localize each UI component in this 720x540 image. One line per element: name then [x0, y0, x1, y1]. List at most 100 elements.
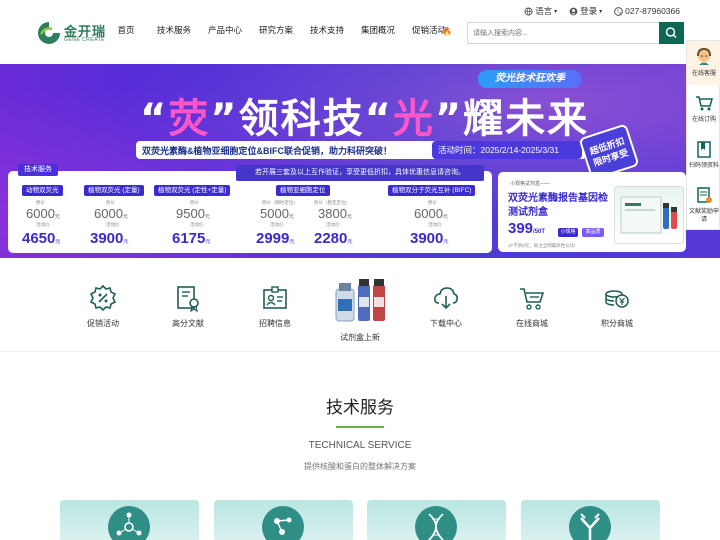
quick-link-downloads[interactable]: 下载中心: [414, 284, 478, 344]
act-price-value: 2280: [314, 230, 348, 247]
price-unit: 元: [123, 239, 129, 245]
side-label: 扫码领资料: [688, 163, 719, 169]
language-switch[interactable]: 语言 ▾: [524, 5, 557, 17]
price-unit: 元: [205, 239, 211, 245]
price-card[interactable]: 植物双荧光 (定性+定量) 原价 9500元 活动价 6175元: [154, 185, 234, 249]
card-title: 植物双荧光 (定量): [84, 185, 144, 196]
quick-link-new-kits[interactable]: 试剂盒上新: [328, 279, 392, 344]
quick-link-label: 积分商城: [601, 319, 633, 328]
price-card[interactable]: 动物双荧光 原价 6000元 活动价 4650元: [22, 185, 82, 249]
search-icon: [665, 27, 677, 39]
orig-price: 6000元: [94, 206, 128, 221]
nav-home[interactable]: 首页: [116, 24, 136, 37]
search-button[interactable]: [659, 22, 684, 44]
service-card[interactable]: [60, 500, 199, 540]
price-card[interactable]: 植物双荧光 (定量) 原价 6000元 活动价 3900元: [84, 185, 146, 249]
tech-service-tag: 技术服务: [18, 164, 58, 176]
card-title: 植物双荧光 (定性+定量): [154, 185, 231, 196]
quick-link-label: 下载中心: [430, 319, 462, 328]
coins-icon: [605, 290, 629, 308]
kit-box-image: [614, 186, 684, 244]
price-card[interactable]: 植物双分子荧光互补 (BIFC) 原价 6000元 活动价 3900元: [388, 185, 480, 249]
ad-price-unit: /50T: [533, 229, 546, 235]
nav-tech-support[interactable]: 技术支持: [309, 24, 345, 37]
orig-price-value: 9500: [176, 206, 205, 221]
kit-illustration: [620, 196, 677, 234]
shopping-cart-icon: [520, 288, 545, 310]
ad-tag: 高品质: [582, 228, 604, 237]
act-price-label: 活动价: [428, 222, 442, 227]
search-input[interactable]: [468, 23, 660, 43]
quick-link-label: 试剂盒上新: [340, 333, 380, 342]
site-logo[interactable]: 金开瑞 GENE CREATE: [36, 20, 106, 46]
promo-banner[interactable]: 荧光技术狂欢季 “荧”领科技“光”耀未来 双荧光素酶&植物亚细胞定位&BIFC联…: [0, 64, 720, 258]
qr-book-icon: [697, 141, 711, 158]
reagent-bottles-icon: [335, 279, 385, 322]
banner-subline-strip: 双荧光素酶&植物亚细胞定位&BIFC联合促销，助力科研突破！ 活动时间：2025…: [136, 141, 586, 159]
phone-label: 027-87960366: [625, 6, 680, 16]
service-card[interactable]: [367, 500, 506, 540]
act-price-label: 活动价: [106, 222, 120, 227]
act-price-2: 2280元: [314, 230, 352, 247]
service-card[interactable]: [214, 500, 353, 540]
ad-title: 双荧光素酶报告基因检测试剂盒: [508, 193, 608, 218]
orig-price: 9500元: [176, 206, 210, 221]
ad-price: 399/50T: [508, 220, 545, 237]
price-unit: 元: [442, 214, 448, 220]
document-award-icon: [177, 286, 199, 312]
side-label: 文献奖励申请: [688, 209, 719, 223]
quick-links: 促销活动 高分文献 招聘信息 试剂盒上新 下载中心 在线商城 积分商城: [0, 262, 720, 352]
quick-link-jobs[interactable]: 招聘信息: [243, 284, 307, 344]
side-literature-reward[interactable]: 文献奖励申请: [687, 179, 720, 229]
nav-research-solutions[interactable]: 研究方案: [258, 24, 294, 37]
top-utility-bar: 语言 ▾ 登录 ▾ 027-87960366: [524, 5, 680, 17]
headline-highlight: 荧: [168, 96, 211, 142]
section-title: 技术服务: [326, 398, 394, 417]
section-description: 提供核酸和蛋白的整体解决方案: [304, 462, 416, 471]
price-card[interactable]: 植物亚细胞定位 原价（瞬时定位） 原价（稳定定位） 5000元 3800元 活动…: [254, 185, 366, 249]
nav-product-center[interactable]: 产品中心: [207, 24, 243, 37]
price-unit: 元: [122, 214, 128, 220]
nav-group-overview[interactable]: 集团概况: [360, 24, 396, 37]
floating-side-toolbar: 在线客服 在线订购 扫码领资料 文献奖励申请: [686, 40, 720, 230]
side-qr-materials[interactable]: 扫码领资料: [687, 133, 720, 177]
ad-note: 1T不到8元，助注全网最高性价比!: [508, 243, 576, 248]
act-price-label: 活动价: [36, 222, 50, 227]
price-unit: 元: [204, 214, 210, 220]
orig-price-value: 3800: [318, 206, 347, 221]
cart-icon: [696, 96, 713, 111]
side-customer-service[interactable]: 在线客服: [687, 41, 720, 85]
act-price-value: 3900: [410, 230, 444, 247]
nav-tech-service[interactable]: 技术服务: [156, 24, 192, 37]
price-unit: 元: [54, 214, 60, 220]
logo-mark-icon: [38, 22, 60, 44]
offer-notice: 若开展三套及以上互作验证，享受更低折扣，具体优惠信息请咨询。: [236, 165, 484, 181]
headline-highlight: 光: [392, 96, 435, 142]
price-unit: 元: [288, 214, 294, 220]
act-price-value: 4650: [22, 230, 56, 247]
service-card[interactable]: [521, 500, 660, 540]
cloud-download-icon: [434, 287, 458, 310]
orig-price-2: 3800元: [318, 206, 352, 221]
side-online-order[interactable]: 在线订购: [687, 87, 720, 131]
act-price: 2999元: [256, 230, 294, 247]
logo-subtext: GENE CREATE: [64, 37, 105, 43]
kit-ad[interactable]: 小规格试剂盒—— 双荧光素酶报告基因检测试剂盒 399/50T 小规格 高品质 …: [498, 172, 686, 252]
quick-link-papers[interactable]: 高分文献: [156, 284, 220, 344]
section-divider: [336, 426, 384, 428]
antibody-icon: [569, 506, 611, 540]
price-unit: 元: [289, 239, 295, 245]
orig-price-value: 5000: [260, 206, 289, 221]
id-card-icon: [263, 286, 287, 309]
card-title: 植物亚细胞定位: [276, 185, 330, 196]
search-box: [467, 22, 684, 44]
login-link[interactable]: 登录 ▾: [569, 5, 602, 17]
quick-link-shop[interactable]: 在线商城: [500, 284, 564, 344]
quick-link-points-shop[interactable]: 积分商城: [585, 284, 649, 344]
orig-price-value: 6000: [94, 206, 123, 221]
molecule-icon: [108, 506, 150, 540]
quick-link-promotions[interactable]: 促销活动: [71, 284, 135, 344]
user-icon: [569, 7, 578, 15]
card-title: 植物双分子荧光互补 (BIFC): [388, 185, 476, 196]
side-label: 在线客服: [691, 71, 716, 77]
